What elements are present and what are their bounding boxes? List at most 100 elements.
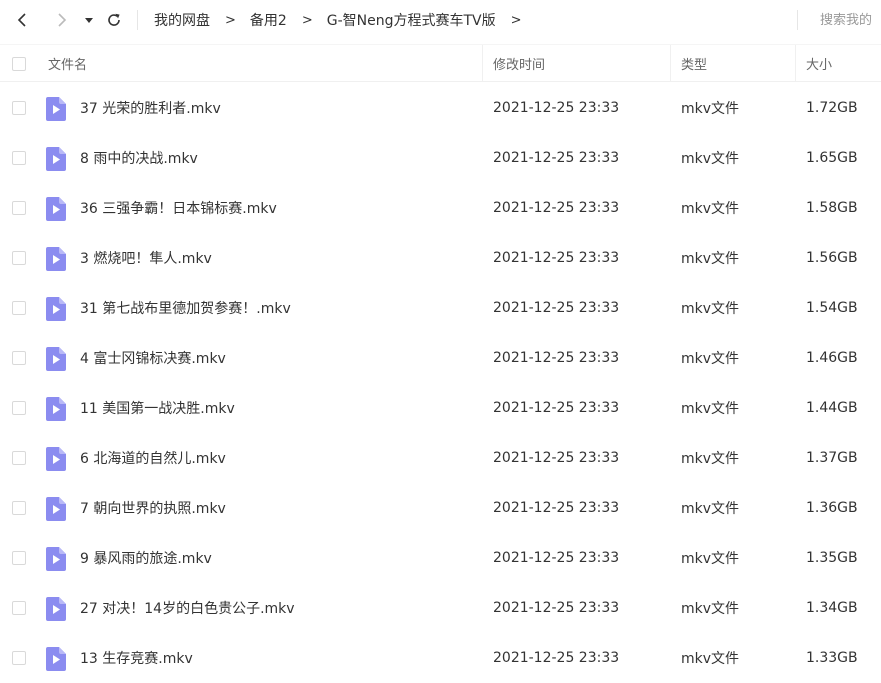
row-checkbox[interactable] — [12, 351, 26, 365]
column-divider[interactable] — [482, 45, 483, 82]
video-file-icon — [46, 597, 66, 621]
row-checkbox[interactable] — [12, 601, 26, 615]
row-checkbox[interactable] — [12, 201, 26, 215]
column-divider[interactable] — [795, 45, 796, 82]
file-name[interactable]: 3 燃烧吧！隼人.mkv — [80, 233, 212, 283]
column-header-name[interactable]: 文件名 — [48, 45, 87, 82]
row-checkbox[interactable] — [12, 301, 26, 315]
row-checkbox[interactable] — [12, 401, 26, 415]
video-file-icon — [46, 147, 66, 171]
select-all-cell — [12, 45, 26, 82]
file-modified-time: 2021-12-25 23:33 — [493, 150, 620, 166]
file-modified-time: 2021-12-25 23:33 — [493, 600, 620, 616]
file-type: mkv文件 — [681, 501, 740, 517]
video-file-icon — [46, 447, 66, 471]
file-name[interactable]: 6 北海道的自然儿.mkv — [80, 433, 226, 483]
table-row[interactable]: 31 第七战布里德加贺参赛！.mkv 2021-12-25 23:33 mkv文件 1… — [0, 283, 881, 333]
video-file-icon — [46, 197, 66, 221]
row-checkbox[interactable] — [12, 251, 26, 265]
row-select — [12, 351, 26, 365]
table-row[interactable]: 9 暴风雨的旅途.mkv 2021-12-25 23:33 mkv文件 1.35GB — [0, 533, 881, 583]
row-select — [12, 151, 26, 165]
row-checkbox[interactable] — [12, 151, 26, 165]
breadcrumb-item-current[interactable]: G-智Neng方程式赛车TV版 — [327, 10, 496, 30]
video-file-icon — [46, 347, 66, 371]
search-input[interactable] — [810, 8, 881, 32]
file-type: mkv文件 — [681, 151, 740, 167]
table-row[interactable]: 11 美国第一战决胜.mkv 2021-12-25 23:33 mkv文件 1.44G… — [0, 383, 881, 433]
file-name[interactable]: 7 朝向世界的执照.mkv — [80, 483, 226, 533]
row-checkbox[interactable] — [12, 101, 26, 115]
file-modified-time: 2021-12-25 23:33 — [493, 650, 620, 666]
file-type: mkv文件 — [681, 351, 740, 367]
file-modified-time: 2021-12-25 23:33 — [493, 300, 620, 316]
video-file-icon — [46, 547, 66, 571]
column-header-modified[interactable]: 修改时间 — [493, 45, 545, 82]
select-all-checkbox[interactable] — [12, 56, 26, 71]
back-button[interactable] — [12, 8, 32, 32]
file-name[interactable]: 31 第七战布里德加贺参赛！.mkv — [80, 283, 291, 333]
row-checkbox[interactable] — [12, 501, 26, 515]
file-modified-time: 2021-12-25 23:33 — [493, 400, 620, 416]
breadcrumb-item-backup[interactable]: 备用2 — [250, 10, 287, 30]
search-divider — [797, 10, 798, 30]
video-file-icon — [46, 247, 66, 271]
table-row[interactable]: 6 北海道的自然儿.mkv 2021-12-25 23:33 mkv文件 1.37GB — [0, 433, 881, 483]
row-checkbox[interactable] — [12, 551, 26, 565]
video-file-icon — [46, 497, 66, 521]
forward-button[interactable] — [52, 8, 72, 32]
row-checkbox[interactable] — [12, 451, 26, 465]
row-select — [12, 201, 26, 215]
row-select — [12, 651, 26, 665]
row-checkbox[interactable] — [12, 651, 26, 665]
video-file-icon — [46, 397, 66, 421]
video-file-icon — [46, 97, 66, 121]
file-type: mkv文件 — [681, 401, 740, 417]
table-row[interactable]: 36 三强争霸！日本锦标赛.mkv 2021-12-25 23:33 mkv文件 1.… — [0, 183, 881, 233]
file-size: 1.56GB — [806, 250, 858, 266]
breadcrumb-item-root[interactable]: 我的网盘 — [154, 10, 210, 30]
file-name[interactable]: 8 雨中的决战.mkv — [80, 133, 198, 183]
toolbar-divider — [137, 10, 138, 30]
file-modified-time: 2021-12-25 23:33 — [493, 350, 620, 366]
history-dropdown-button[interactable] — [82, 8, 96, 32]
chevron-right-icon — [58, 13, 67, 27]
breadcrumb-separator: > — [225, 12, 236, 28]
file-modified-time: 2021-12-25 23:33 — [493, 500, 620, 516]
file-modified-time: 2021-12-25 23:33 — [493, 550, 620, 566]
video-file-icon — [46, 297, 66, 321]
breadcrumb: 我的网盘 > 备用2 > G-智Neng方程式赛车TV版 > — [154, 0, 536, 40]
row-select — [12, 451, 26, 465]
file-size: 1.72GB — [806, 100, 858, 116]
refresh-icon — [108, 13, 120, 26]
file-name[interactable]: 13 生存竞赛.mkv — [80, 633, 193, 683]
row-select — [12, 251, 26, 265]
column-header-size[interactable]: 大小 — [806, 45, 832, 82]
column-divider[interactable] — [670, 45, 671, 82]
file-name[interactable]: 27 对决！14岁的白色贵公子.mkv — [80, 583, 295, 633]
file-name[interactable]: 4 富士冈锦标决赛.mkv — [80, 333, 226, 383]
row-select — [12, 101, 26, 115]
refresh-button[interactable] — [104, 8, 124, 32]
table-row[interactable]: 27 对决！14岁的白色贵公子.mkv 2021-12-25 23:33 mkv文件… — [0, 583, 881, 633]
file-type: mkv文件 — [681, 651, 740, 667]
table-row[interactable]: 3 燃烧吧！隼人.mkv 2021-12-25 23:33 mkv文件 1.56GB — [0, 233, 881, 283]
table-row[interactable]: 13 生存竞赛.mkv 2021-12-25 23:33 mkv文件 1.33GB — [0, 633, 881, 683]
column-header-type[interactable]: 类型 — [681, 45, 707, 82]
file-size: 1.35GB — [806, 550, 858, 566]
file-size: 1.33GB — [806, 650, 858, 666]
table-row[interactable]: 8 雨中的决战.mkv 2021-12-25 23:33 mkv文件 1.65GB — [0, 133, 881, 183]
file-name[interactable]: 11 美国第一战决胜.mkv — [80, 383, 235, 433]
file-modified-time: 2021-12-25 23:33 — [493, 200, 620, 216]
caret-down-icon — [85, 18, 93, 23]
file-name[interactable]: 9 暴风雨的旅途.mkv — [80, 533, 212, 583]
file-modified-time: 2021-12-25 23:33 — [493, 100, 620, 116]
table-row[interactable]: 37 光荣的胜利者.mkv 2021-12-25 23:33 mkv文件 1.72GB — [0, 83, 881, 133]
row-select — [12, 301, 26, 315]
table-header: 文件名 修改时间 类型 大小 — [0, 44, 881, 82]
table-row[interactable]: 4 富士冈锦标决赛.mkv 2021-12-25 23:33 mkv文件 1.46GB — [0, 333, 881, 383]
table-row[interactable]: 7 朝向世界的执照.mkv 2021-12-25 23:33 mkv文件 1.36GB — [0, 483, 881, 533]
file-name[interactable]: 36 三强争霸！日本锦标赛.mkv — [80, 183, 277, 233]
file-modified-time: 2021-12-25 23:33 — [493, 450, 620, 466]
file-name[interactable]: 37 光荣的胜利者.mkv — [80, 83, 221, 133]
